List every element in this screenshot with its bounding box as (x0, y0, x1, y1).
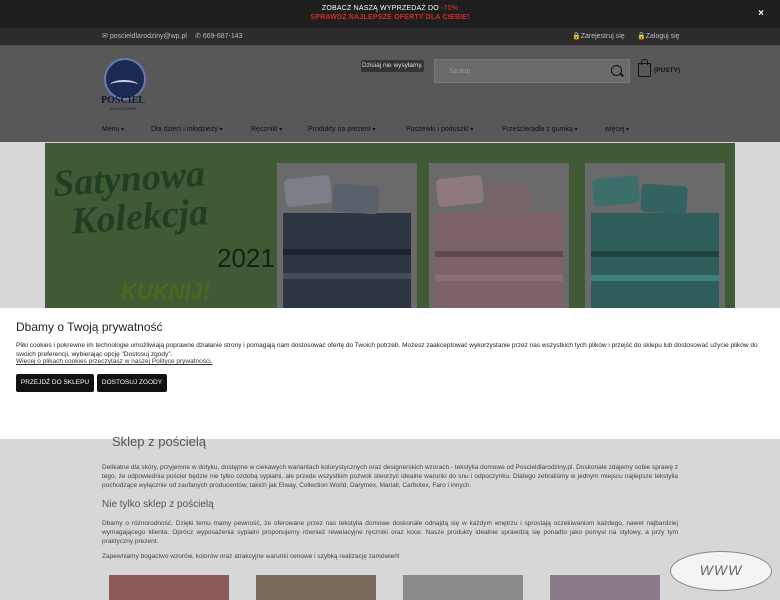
logo-subtitle: DLA RODZINY (109, 106, 137, 111)
cookie-body: Pliki cookies i pokrewne im technologie … (16, 342, 758, 358)
contact-bar: ✉ poscieldlarodziny@wp.pl ✆ 669-687-143 … (0, 28, 780, 45)
pillow-image (591, 174, 641, 208)
banner-year: 2021 (217, 243, 275, 273)
banner-product-2 (429, 163, 569, 308)
search-icon[interactable] (611, 65, 622, 76)
content-paragraph-2: Dbamy o różnorodność. Dzięki temu mamy p… (102, 520, 678, 545)
nav-item-sheets[interactable]: Prześcieradła z gumką (502, 126, 578, 133)
nav-item-menu[interactable]: Menu (102, 126, 124, 133)
cookie-consent-panel: Dbamy o Twoją prywatność Pliki cookies i… (0, 308, 780, 439)
content-heading: Sklep z pościelą (112, 434, 206, 449)
shopping-bag-icon (638, 59, 651, 77)
category-thumbnail[interactable] (256, 575, 376, 600)
banner-product-1 (277, 163, 417, 308)
phone-text: 669-687-143 (202, 33, 243, 40)
pillow-image (283, 174, 333, 208)
banner-cta[interactable]: KUKNIJ! (121, 279, 210, 305)
accept-button[interactable]: PRZEJDŹ DO SKLEPU (16, 374, 94, 392)
login-link[interactable]: 🔒Zaloguj się (637, 32, 680, 40)
pillow-image (484, 183, 532, 215)
logo-moon-icon (104, 58, 146, 100)
promo-discount: -70% (441, 5, 459, 12)
content-paragraph-3: Zapewniamy bogactwo wzorów, kolorów oraz… (102, 553, 400, 560)
page: ZOBACZ NASZĄ WYPRZEDAŻ DO -70% SPRAWDŹ N… (0, 0, 780, 600)
nav-item-towels[interactable]: Ręczniki (251, 126, 282, 133)
close-icon[interactable]: × (758, 8, 764, 19)
nav-item-more[interactable]: więcej (605, 126, 629, 133)
content-subheading: Nie tylko sklep z pościelą (102, 499, 214, 510)
category-thumbnail[interactable] (403, 575, 523, 600)
category-thumbnail[interactable] (109, 575, 229, 600)
pattern-stripe (283, 273, 411, 279)
customize-consent-button[interactable]: DOSTOSUJ ZGODY (97, 374, 167, 392)
nav-item-pillowcases[interactable]: Poszewki i poduszki (406, 126, 473, 133)
login-text: Zaloguj się (645, 33, 680, 40)
pattern-stripe (591, 251, 719, 257)
pillow-image (640, 183, 688, 215)
cart-label: (PUSTY) (654, 67, 680, 74)
register-link[interactable]: 🔒Zarejestruj się (572, 32, 625, 40)
bedding-image (283, 213, 411, 308)
pattern-stripe (591, 275, 719, 281)
search-box (434, 59, 630, 83)
banner-product-3 (585, 163, 725, 308)
banner-title-2: Kolekcja (69, 191, 210, 243)
promo-line-1[interactable]: ZOBACZ NASZĄ WYPRZEDAŻ DO -70% (0, 5, 780, 12)
register-text: Zarejestruj się (580, 33, 625, 40)
pattern-stripe (283, 249, 411, 255)
promo-bar[interactable]: ZOBACZ NASZĄ WYPRZEDAŻ DO -70% SPRAWDŹ N… (0, 0, 780, 28)
pillow-image (332, 183, 380, 215)
phone-link[interactable]: ✆ 669-687-143 (195, 32, 243, 40)
promo-line-2: SPRAWDŹ NAJLEPSZE OFERTY DLA CIEBIE! (310, 14, 470, 21)
search-input[interactable] (447, 63, 601, 79)
watermark-text: WWW (699, 562, 743, 578)
www-watermark: WWW (670, 551, 772, 591)
cookie-title: Dbamy o Twoją prywatność (16, 320, 163, 334)
promo-banner[interactable]: Satynowa Kolekcja 2021 KUKNIJ! (45, 143, 735, 308)
pattern-stripe (435, 275, 563, 281)
email-text: poscieldlarodziny@wp.pl (109, 33, 187, 40)
bedding-image (591, 213, 719, 308)
nav-item-gifts[interactable]: Produkty na prezent (308, 126, 375, 133)
email-link[interactable]: ✉ poscieldlarodziny@wp.pl (102, 32, 187, 40)
content-paragraph-1: Delikatne dla skóry, przyjemne w dotyku,… (102, 464, 678, 489)
promo-text: ZOBACZ NASZĄ WYPRZEDAŻ DO (321, 5, 441, 12)
pillow-image (435, 174, 485, 208)
site-logo[interactable]: POŚCIEL DLA RODZINY (100, 58, 146, 111)
nav-item-kids[interactable]: Dla dzieci i młodzieży (151, 126, 223, 133)
logo-wave-icon (110, 80, 138, 90)
privacy-policy-link[interactable]: Więcej o plikach cookies przeczytasz w n… (16, 358, 213, 365)
category-thumbnail[interactable] (550, 575, 660, 600)
main-nav: Menu Dla dzieci i młodzieży Ręczniki Pro… (0, 122, 780, 140)
logo-name: POŚCIEL (101, 95, 145, 106)
bedding-image (435, 213, 563, 308)
pattern-stripe (435, 251, 563, 257)
shipping-notice: Dzisiaj nie wysyłamy. (361, 60, 424, 72)
